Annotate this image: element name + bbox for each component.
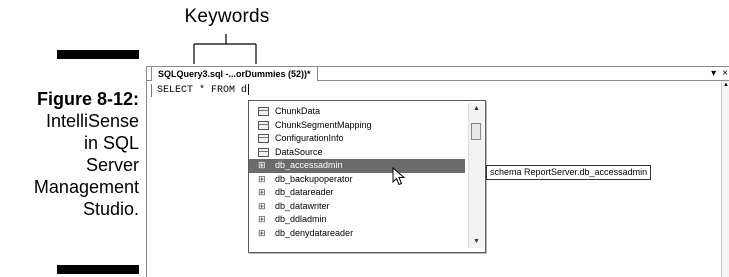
figure-caption: Figure 8-12: IntelliSense in SQL Server … <box>0 88 139 220</box>
completion-item[interactable]: ⊞ db_backupoperator <box>249 173 465 187</box>
completion-item[interactable]: ⊞ db_denydatareader <box>249 227 465 241</box>
caption-top-rule <box>57 50 139 59</box>
intellisense-completion-list[interactable]: ChunkData ChunkSegmentMapping Configuratio… <box>248 100 486 253</box>
schema-icon: ⊞ <box>258 214 266 224</box>
completion-item-label: ChunkData <box>275 106 321 116</box>
code-line[interactable]: SELECT * FROM d <box>151 84 250 97</box>
completion-item-label: db_ddladmin <box>275 214 327 224</box>
schema-icon: ⊞ <box>258 187 266 197</box>
completion-item[interactable]: ⊞ db_datawriter <box>249 200 465 214</box>
code-text: SELECT * FROM d <box>157 85 248 97</box>
completion-item-label: ChunkSegmentMapping <box>275 119 372 130</box>
completion-tooltip: schema ReportServer.db_accessadmin <box>486 165 652 180</box>
scroll-down-icon[interactable]: ▼ <box>469 236 484 248</box>
completion-scrollbar[interactable]: ▲ ▼ <box>468 103 484 248</box>
completion-item-label: db_datawriter <box>275 200 330 211</box>
completion-item[interactable]: ChunkSegmentMapping <box>249 119 465 133</box>
schema-icon: ⊞ <box>258 173 266 184</box>
table-icon <box>258 134 269 143</box>
tab-controls: ▾ × <box>705 67 728 81</box>
completion-items: ChunkData ChunkSegmentMapping Configuratio… <box>249 105 465 240</box>
close-icon[interactable]: × <box>722 67 728 81</box>
keywords-callout-label: Keywords <box>184 6 270 27</box>
table-icon <box>258 107 269 116</box>
completion-item-label: ConfigurationInfo <box>275 133 344 143</box>
schema-icon: ⊞ <box>258 160 266 170</box>
completion-item-label: db_backupoperator <box>275 173 353 184</box>
completion-item-label: db_accessadmin <box>275 160 343 170</box>
tab-dropdown-icon[interactable]: ▾ <box>711 67 716 81</box>
table-icon <box>258 147 269 157</box>
completion-item[interactable]: ConfigurationInfo <box>249 132 465 146</box>
completion-item-label: db_datareader <box>275 187 334 197</box>
scroll-up-icon[interactable]: ▲ <box>722 81 729 89</box>
completion-item-label: DataSource <box>275 146 323 157</box>
table-icon <box>258 120 269 130</box>
schema-icon: ⊞ <box>258 227 266 238</box>
completion-item[interactable]: ChunkData <box>249 105 465 119</box>
tab-query-document[interactable]: SQLQuery3.sql -...orDummies (52))* <box>151 66 318 81</box>
caption-bottom-rule <box>57 265 139 274</box>
completion-item[interactable]: ⊞ db_datareader <box>249 186 465 200</box>
completion-item[interactable]: ⊞ db_ddladmin <box>249 213 465 227</box>
figure-caption-text: IntelliSense in SQL Server Management St… <box>33 111 139 219</box>
editor-vertical-scrollbar[interactable]: ▲ <box>721 81 729 277</box>
figure-number: Figure 8-12: <box>36 89 139 109</box>
completion-item[interactable]: DataSource <box>249 146 465 160</box>
scroll-up-icon[interactable]: ▲ <box>469 103 484 115</box>
mouse-pointer-icon <box>392 167 406 186</box>
keywords-callout-bracket <box>193 34 257 64</box>
text-cursor <box>248 84 250 95</box>
scroll-thumb[interactable] <box>471 123 481 140</box>
schema-icon: ⊞ <box>258 200 266 211</box>
completion-item-label: db_denydatareader <box>275 227 354 238</box>
completion-item[interactable]: ⊞ db_accessadmin <box>249 159 465 173</box>
